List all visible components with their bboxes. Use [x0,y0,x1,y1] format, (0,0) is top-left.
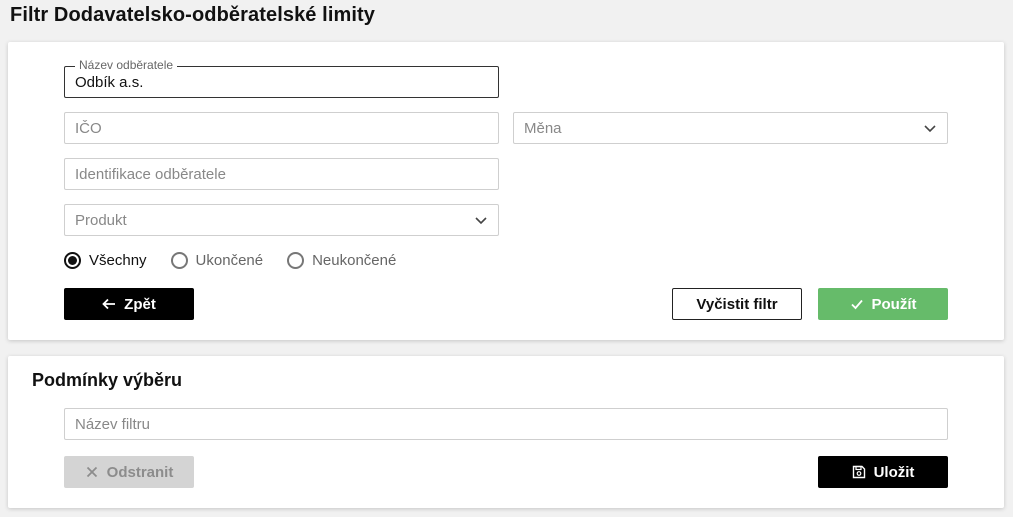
status-radio-group: Všechny Ukončené Neukončené [64,252,396,269]
currency-placeholder: Měna [524,119,562,137]
currency-select[interactable]: Měna [513,112,948,144]
customer-name-input[interactable] [75,73,498,91]
filter-card: Název odběratele Měna Produkt Všechny Uk… [8,42,1004,340]
floppy-disk-icon [852,465,865,479]
radio-circle-selected [64,252,81,269]
product-select[interactable]: Produkt [64,204,499,236]
radio-label: Ukončené [195,252,264,269]
arrow-left-icon [102,298,116,310]
customer-name-field[interactable]: Název odběratele [64,58,499,98]
conditions-title: Podmínky výběru [32,370,183,390]
back-button-label: Zpět [124,295,156,313]
ico-field[interactable] [64,112,499,144]
customer-name-label: Název odběratele [75,58,178,72]
ico-input[interactable] [75,119,498,137]
page-title: Filtr Dodavatelsko-odběratelské limity [10,4,376,26]
check-icon [850,299,863,310]
radio-not-ended[interactable]: Neukončené [287,252,396,269]
customer-id-field[interactable] [64,158,499,190]
close-icon [86,466,97,478]
radio-label: Neukončené [312,252,397,269]
remove-button-label: Odstranit [106,463,174,481]
save-button-label: Uložit [873,463,915,481]
radio-label: Všechny [89,252,147,269]
radio-circle [287,252,305,269]
radio-ended[interactable]: Ukončené [170,252,264,269]
apply-button[interactable]: Použít [818,288,948,320]
back-button[interactable]: Zpět [64,288,194,320]
filter-name-field[interactable] [64,408,948,440]
clear-filter-button[interactable]: Vyčistit filtr [672,288,802,320]
radio-circle [170,252,188,269]
remove-button[interactable]: Odstranit [64,456,194,488]
filter-name-input[interactable] [75,415,947,433]
save-button[interactable]: Uložit [818,456,948,488]
conditions-card: Podmínky výběru Odstranit Uložit [8,356,1004,508]
radio-all[interactable]: Všechny [64,252,147,269]
customer-id-input[interactable] [75,165,498,183]
chevron-down-icon [924,125,936,133]
product-placeholder: Produkt [75,211,127,229]
apply-button-label: Použít [871,295,917,313]
chevron-down-icon [475,217,487,225]
clear-filter-label: Vyčistit filtr [696,295,778,313]
